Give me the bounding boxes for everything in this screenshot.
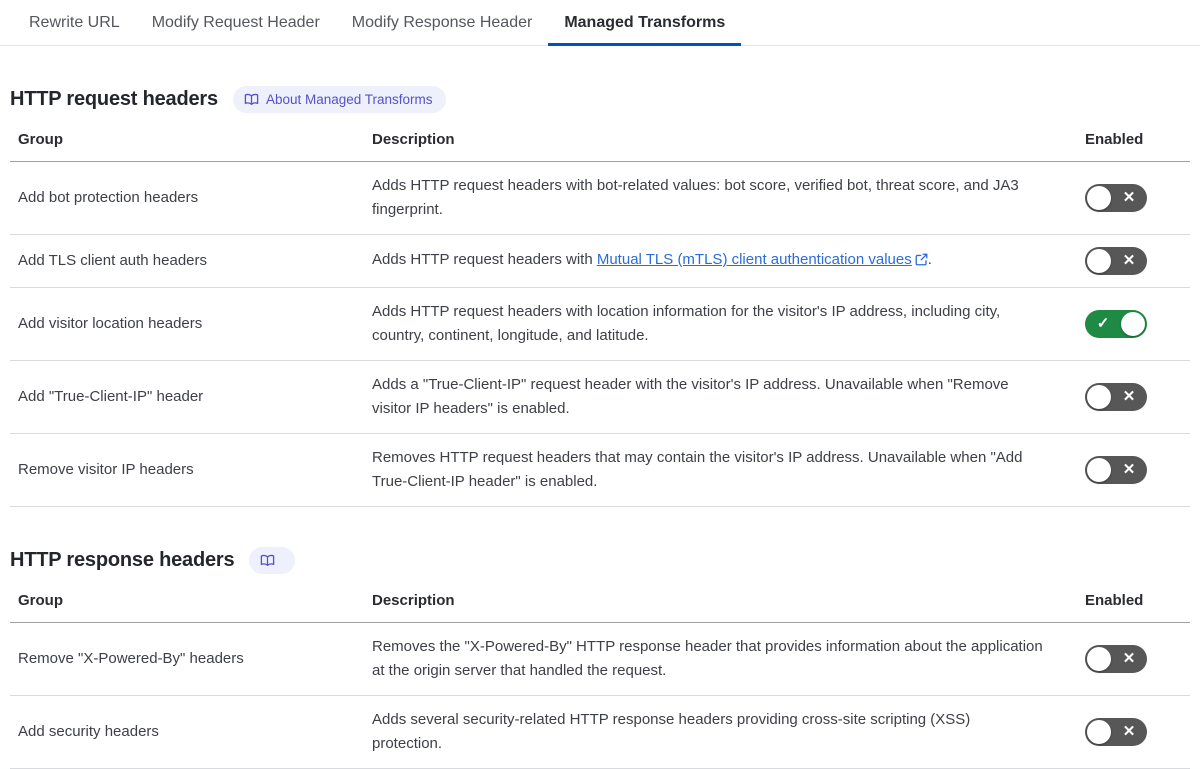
tab-modify-response-header[interactable]: Modify Response Header bbox=[336, 0, 549, 46]
group-cell: Add security headers bbox=[10, 695, 358, 769]
about-managed-transforms-badge[interactable]: About Managed Transforms bbox=[232, 86, 446, 113]
external-link-icon bbox=[915, 250, 928, 274]
transforms-table: Group Description Enabled Add bot protec… bbox=[10, 123, 1190, 507]
tab-bar: Rewrite URL Modify Request Header Modify R… bbox=[0, 0, 1200, 46]
badge-label: About Managed Transforms bbox=[265, 91, 433, 107]
column-header-enabled: Enabled bbox=[1077, 123, 1190, 162]
column-header-group: Group bbox=[10, 584, 358, 623]
toggle-knob bbox=[1087, 249, 1111, 273]
toggle-knob bbox=[1087, 385, 1111, 409]
enabled-cell: ✓ bbox=[1077, 287, 1190, 361]
group-cell: Remove visitor IP headers bbox=[10, 433, 358, 507]
tab-rewrite-url[interactable]: Rewrite URL bbox=[13, 0, 136, 46]
toggle-knob bbox=[1087, 720, 1111, 744]
toggle-add-true-client-ip-header[interactable]: ✕ bbox=[1085, 383, 1147, 411]
table-row: Add visitor location headers Adds HTTP r… bbox=[10, 287, 1190, 361]
column-header-enabled: Enabled bbox=[1077, 584, 1190, 623]
tab-modify-request-header[interactable]: Modify Request Header bbox=[136, 0, 336, 46]
table-row: Add TLS client auth headers Adds HTTP re… bbox=[10, 234, 1190, 288]
group-cell: Add bot protection headers bbox=[10, 161, 358, 235]
x-icon: ✕ bbox=[1122, 189, 1136, 206]
x-icon: ✕ bbox=[1122, 388, 1136, 405]
toggle-add-visitor-location-headers[interactable]: ✓ bbox=[1085, 310, 1147, 338]
open-book-icon bbox=[260, 553, 275, 568]
open-book-icon bbox=[244, 92, 259, 107]
description-cell: Adds HTTP request headers with Mutual TL… bbox=[358, 234, 1077, 288]
tab-managed-transforms[interactable]: Managed Transforms bbox=[548, 0, 742, 46]
toggle-knob bbox=[1087, 647, 1111, 671]
x-icon: ✕ bbox=[1122, 252, 1136, 269]
section-title: HTTP response headers bbox=[10, 549, 235, 571]
section-http-response-headers: HTTP response headers Group Description … bbox=[10, 547, 1190, 769]
table-row: Add "True-Client-IP" header Adds a "True… bbox=[10, 360, 1190, 434]
main-content: HTTP request headers About Managed Trans… bbox=[0, 86, 1200, 769]
description-cell: Removes HTTP request headers that may co… bbox=[358, 433, 1077, 507]
table-row: Add bot protection headers Adds HTTP req… bbox=[10, 161, 1190, 235]
description-cell: Removes the "X-Powered-By" HTTP response… bbox=[358, 622, 1077, 696]
table-header-row: Group Description Enabled bbox=[10, 584, 1190, 623]
enabled-cell: ✕ bbox=[1077, 433, 1190, 507]
table-header-row: Group Description Enabled bbox=[10, 123, 1190, 162]
toggle-remove-visitor-ip-headers[interactable]: ✕ bbox=[1085, 456, 1147, 484]
table-row: Add security headers Adds several securi… bbox=[10, 695, 1190, 769]
about-managed-transforms-badge[interactable] bbox=[249, 547, 296, 574]
description-link[interactable]: Mutual TLS (mTLS) client authentication … bbox=[597, 251, 912, 268]
transforms-table: Group Description Enabled Remove "X-Powe… bbox=[10, 584, 1190, 769]
toggle-knob bbox=[1121, 312, 1145, 336]
description-cell: Adds several security-related HTTP respo… bbox=[358, 695, 1077, 769]
description-cell: Adds HTTP request headers with location … bbox=[358, 287, 1077, 361]
column-header-description: Description bbox=[358, 584, 1077, 623]
toggle-knob bbox=[1087, 186, 1111, 210]
toggle-remove-x-powered-by-headers[interactable]: ✕ bbox=[1085, 645, 1147, 673]
description-cell: Adds HTTP request headers with bot-relat… bbox=[358, 161, 1077, 235]
section-http-request-headers: HTTP request headers About Managed Trans… bbox=[10, 86, 1190, 507]
table-row: Remove "X-Powered-By" headers Removes th… bbox=[10, 622, 1190, 696]
table-row: Remove visitor IP headers Removes HTTP r… bbox=[10, 433, 1190, 507]
column-header-group: Group bbox=[10, 123, 358, 162]
group-cell: Add TLS client auth headers bbox=[10, 234, 358, 288]
enabled-cell: ✕ bbox=[1077, 622, 1190, 696]
section-title: HTTP request headers bbox=[10, 88, 218, 110]
enabled-cell: ✕ bbox=[1077, 695, 1190, 769]
group-cell: Add "True-Client-IP" header bbox=[10, 360, 358, 434]
toggle-add-tls-client-auth-headers[interactable]: ✕ bbox=[1085, 247, 1147, 275]
toggle-add-bot-protection-headers[interactable]: ✕ bbox=[1085, 184, 1147, 212]
toggle-knob bbox=[1087, 458, 1111, 482]
column-header-description: Description bbox=[358, 123, 1077, 162]
group-cell: Remove "X-Powered-By" headers bbox=[10, 622, 358, 696]
group-cell: Add visitor location headers bbox=[10, 287, 358, 361]
enabled-cell: ✕ bbox=[1077, 161, 1190, 235]
enabled-cell: ✕ bbox=[1077, 234, 1190, 288]
enabled-cell: ✕ bbox=[1077, 360, 1190, 434]
description-cell: Adds a "True-Client-IP" request header w… bbox=[358, 360, 1077, 434]
x-icon: ✕ bbox=[1122, 461, 1136, 478]
x-icon: ✕ bbox=[1122, 650, 1136, 667]
check-icon: ✓ bbox=[1096, 315, 1110, 332]
